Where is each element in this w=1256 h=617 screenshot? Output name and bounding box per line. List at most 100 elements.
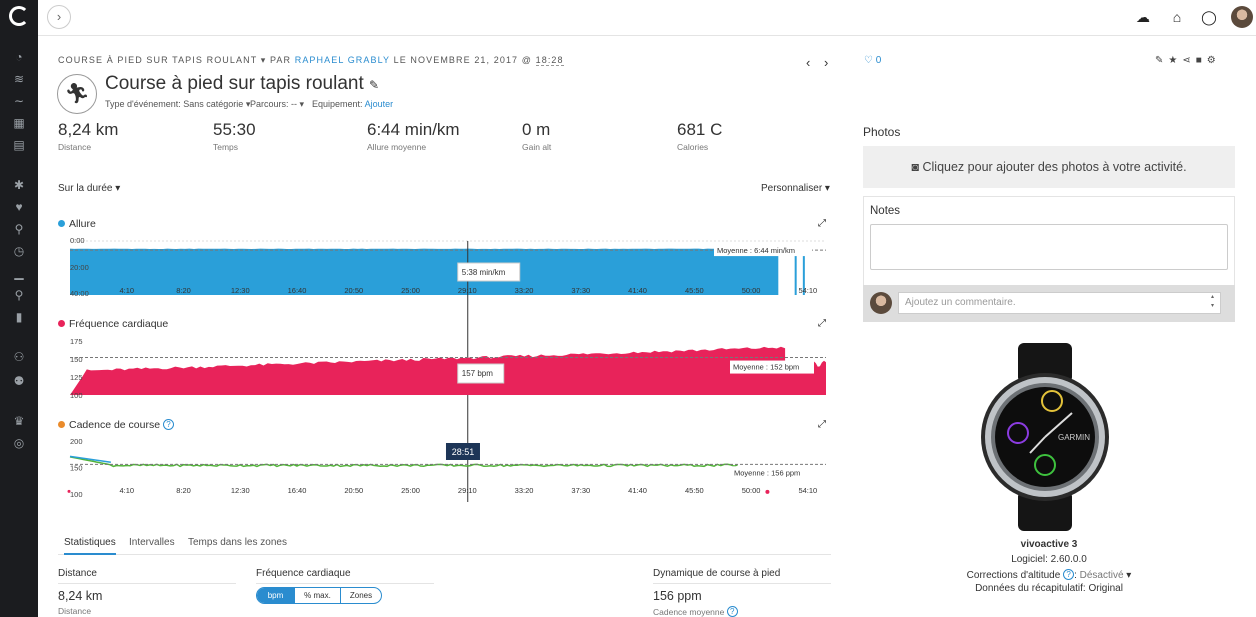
tab-intervalles[interactable]: Intervalles bbox=[129, 537, 175, 548]
expand-hr-chart-icon[interactable]: ⤢ bbox=[818, 318, 826, 329]
user-avatar[interactable] bbox=[1231, 6, 1253, 28]
device-software: Logiciel: 2.60.0.0 bbox=[1011, 554, 1087, 565]
cadence-x-tick: 4:10 bbox=[119, 486, 134, 495]
pace-x-tick: 4:10 bbox=[119, 286, 134, 295]
author-link[interactable]: RAPHAEL GRABLY bbox=[295, 55, 390, 65]
tab-temps-zones[interactable]: Temps dans les zones bbox=[188, 537, 287, 548]
next-activity-icon[interactable]: › bbox=[824, 55, 828, 70]
add-equipment-link[interactable]: Ajouter bbox=[365, 99, 394, 109]
hr-mode-percent[interactable]: % max. bbox=[294, 588, 340, 603]
customize-label: Personnaliser bbox=[761, 183, 823, 194]
equipment: Equipement: Ajouter bbox=[312, 99, 393, 109]
dashboard-icon[interactable]: ◔ bbox=[12, 50, 26, 64]
upload-icon[interactable]: ☁ bbox=[1134, 8, 1152, 26]
cadence-x-tick: 33:20 bbox=[515, 486, 534, 495]
trophy-icon[interactable]: ♛ bbox=[12, 414, 26, 428]
like[interactable]: ♡ 0 bbox=[864, 55, 881, 66]
calendar-icon[interactable]: ▦ bbox=[12, 116, 26, 130]
pace-x-tick: 37:30 bbox=[571, 286, 590, 295]
stat-label: Calories bbox=[677, 142, 709, 152]
activity-time[interactable]: 18:28 bbox=[535, 55, 564, 66]
altitude-value[interactable]: Désactivé bbox=[1080, 570, 1124, 581]
activity-title[interactable]: Course à pied sur tapis roulant bbox=[105, 73, 364, 94]
hr-title: Fréquence cardiaque bbox=[69, 318, 169, 330]
expand-cadence-chart-icon[interactable]: ⤢ bbox=[818, 419, 826, 430]
activity-type[interactable]: COURSE À PIED SUR TAPIS ROULANT bbox=[58, 55, 257, 65]
event-type-label: Type d'événement: Sans catégorie bbox=[105, 99, 244, 109]
help-icon[interactable]: ? bbox=[1063, 569, 1075, 580]
heart-icon[interactable]: ♥ bbox=[12, 200, 26, 214]
notifications-icon[interactable]: ◯ bbox=[1200, 8, 1218, 26]
notes-textarea[interactable] bbox=[870, 224, 1228, 270]
left-nav-sidebar: ◔ ≋ ∼ ▦ ▤ ✱ ♥ ⚲ ◷ ▁ ⚲ ▮ ⚇ ⚉ ♛ ◎ bbox=[0, 0, 38, 617]
edit-title-icon[interactable]: ✎ bbox=[369, 78, 379, 92]
event-type-dropdown[interactable]: Type d'événement: Sans catégorie ▾ bbox=[105, 99, 250, 110]
pace-legend-dot bbox=[58, 220, 65, 227]
news-icon[interactable]: ▤ bbox=[12, 138, 26, 152]
reports-icon[interactable]: ▮ bbox=[12, 310, 26, 324]
hr-heading: Fréquence cardiaque bbox=[256, 568, 434, 584]
training-icon[interactable]: ⚲ bbox=[12, 222, 26, 236]
customize-dropdown[interactable]: Personnaliser ▾ bbox=[761, 183, 830, 194]
star-icon[interactable]: ★ bbox=[1168, 55, 1182, 66]
stat-value: 6:44 min/km bbox=[367, 120, 460, 139]
distance-section: Distance bbox=[58, 568, 236, 584]
activities-icon[interactable]: ✱ bbox=[12, 178, 26, 192]
stat-label: Allure moyenne bbox=[367, 142, 427, 152]
add-photos-area[interactable]: ◙ Cliquez pour ajouter des photos à votr… bbox=[863, 146, 1235, 188]
course-dropdown[interactable]: Parcours: -- ▾ bbox=[250, 99, 304, 110]
expand-sidebar-button[interactable]: › bbox=[47, 5, 71, 29]
tab-statistiques[interactable]: Statistiques bbox=[64, 537, 116, 555]
help-icon[interactable]: ? bbox=[162, 419, 174, 430]
expand-pace-chart-icon[interactable]: ⤢ bbox=[818, 218, 826, 229]
comment-scroll-arrows[interactable]: ▴ ▾ bbox=[1211, 293, 1214, 311]
course-label: Parcours: -- bbox=[250, 99, 298, 109]
cadence-value: 156 ppm bbox=[653, 589, 702, 603]
vivoactive-3-watch-image: GARMIN bbox=[981, 343, 1109, 531]
cadence-x-tick: 29:10 bbox=[458, 486, 477, 495]
dynamics-heading: Dynamique de course à pied bbox=[653, 568, 831, 584]
cadence-x-tick: 12:30 bbox=[231, 486, 250, 495]
pace-average-label: Moyenne : 6:44 min/km bbox=[717, 246, 795, 255]
altitude-label: Corrections d'altitude bbox=[966, 570, 1061, 581]
cadence-cursor-box bbox=[445, 443, 480, 460]
help-icon[interactable]: ? bbox=[726, 606, 738, 617]
layers-icon[interactable]: ≋ bbox=[12, 72, 26, 86]
hr-mode-zones[interactable]: Zones bbox=[340, 588, 381, 603]
gear-icon[interactable]: ⚙ bbox=[1207, 55, 1221, 66]
stat-value: 681 C bbox=[677, 120, 723, 139]
cadence-point bbox=[67, 489, 71, 493]
device-name: vivoactive 3 bbox=[1020, 539, 1078, 550]
pace-average-box bbox=[714, 243, 812, 257]
edit-icon[interactable]: ✎ bbox=[1155, 55, 1168, 66]
garmin-connect-logo[interactable] bbox=[9, 6, 29, 26]
inbox-icon[interactable]: ⌂ bbox=[1168, 8, 1186, 26]
cadence-average-box bbox=[731, 466, 813, 480]
cadence-x-tick: 45:50 bbox=[685, 486, 704, 495]
stat-value: 8,24 km bbox=[58, 120, 119, 139]
cadence-y-tick: 150 bbox=[70, 464, 83, 473]
trends-icon[interactable]: ∼ bbox=[12, 94, 26, 108]
share-icon[interactable]: ⋖ bbox=[1182, 55, 1195, 66]
target-icon[interactable]: ◎ bbox=[12, 436, 26, 450]
groups-icon[interactable]: ⚉ bbox=[12, 374, 26, 388]
cadence-point bbox=[765, 489, 770, 494]
hr-y-tick: 125 bbox=[70, 373, 83, 382]
cadence-y-tick: 200 bbox=[70, 437, 83, 446]
pace-y-tick: 20:00 bbox=[70, 263, 89, 272]
running-dynamics-section: Dynamique de course à pied bbox=[653, 568, 831, 584]
connections-icon[interactable]: ⚇ bbox=[12, 350, 26, 364]
location-icon[interactable]: ⚲ bbox=[12, 288, 26, 302]
cadence-legend-dot bbox=[58, 421, 65, 428]
previous-activity-icon[interactable]: ‹ bbox=[806, 55, 810, 70]
shoe-icon[interactable]: ▁ bbox=[12, 266, 26, 280]
duration-dropdown[interactable]: Sur la durée ▾ bbox=[58, 183, 120, 194]
cadence-line-warmup bbox=[69, 455, 111, 463]
hr-mode-bpm[interactable]: bpm bbox=[257, 588, 294, 603]
lock-icon[interactable]: ■ bbox=[1196, 55, 1207, 66]
stopwatch-icon[interactable]: ◷ bbox=[12, 244, 26, 258]
heart-outline-icon[interactable]: ♡ bbox=[864, 55, 873, 66]
comment-input[interactable]: Ajoutez un commentaire. bbox=[898, 292, 1221, 314]
pace-x-tick: 16:40 bbox=[288, 286, 307, 295]
stat-value: 55:30 bbox=[213, 120, 256, 139]
